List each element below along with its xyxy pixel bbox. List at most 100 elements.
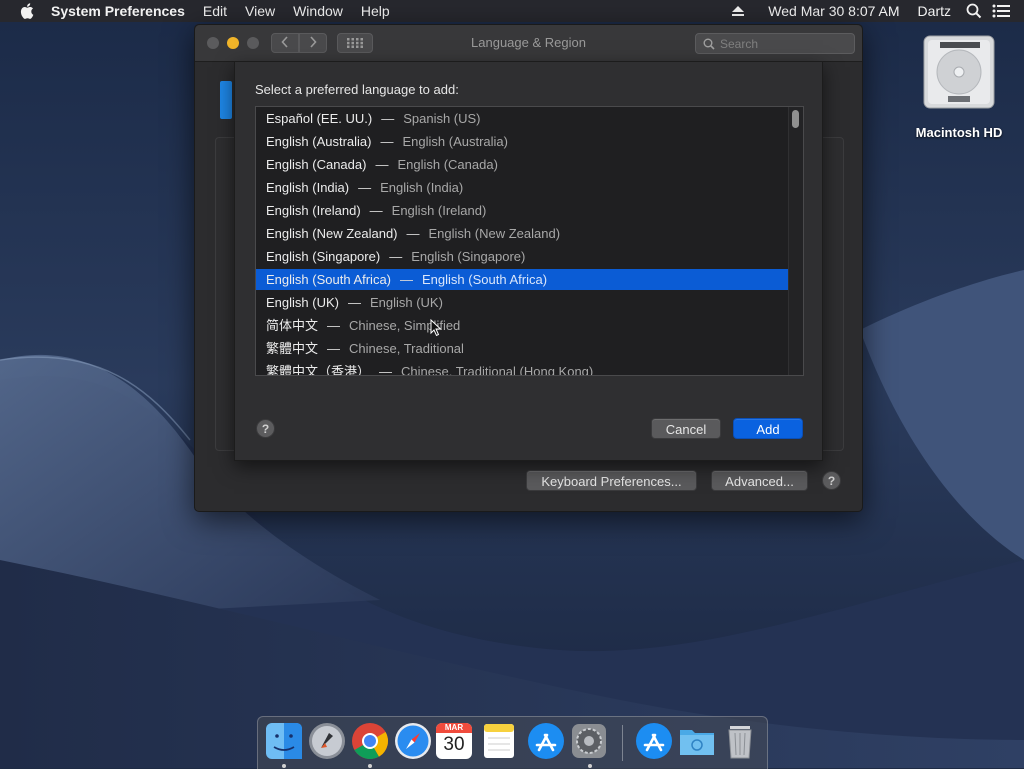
window-help-button[interactable]: ? xyxy=(822,471,841,490)
language-english-name: English (Canada) xyxy=(397,157,498,172)
language-english-name: Chinese, Simplified xyxy=(349,318,461,333)
language-row[interactable]: English (India) — English (India) xyxy=(256,177,788,198)
notes-icon[interactable] xyxy=(479,721,519,761)
language-flag-icon xyxy=(220,81,232,119)
show-all-button[interactable] xyxy=(337,33,373,53)
cancel-button[interactable]: Cancel xyxy=(651,418,721,439)
language-row[interactable]: 简体中文 — Chinese, Simplified xyxy=(256,315,788,336)
eject-icon[interactable] xyxy=(731,5,745,17)
calendar-day: 30 xyxy=(443,734,465,755)
language-english-name: English (New Zealand) xyxy=(428,226,561,241)
sheet-help-button[interactable]: ? xyxy=(256,419,275,438)
language-english-name: English (South Africa) xyxy=(422,272,548,287)
apple-menu-icon[interactable] xyxy=(20,3,34,19)
language-native-name: Español (EE. UU.) xyxy=(266,111,373,126)
language-native-name: English (Australia) xyxy=(266,134,372,149)
finder-running-dot xyxy=(282,764,286,768)
language-separator: — xyxy=(406,226,420,241)
language-native-name: English (New Zealand) xyxy=(266,226,398,241)
language-native-name: English (South Africa) xyxy=(266,272,392,287)
language-english-name: Chinese, Traditional (Hong Kong) xyxy=(401,364,594,376)
list-scrollbar[interactable] xyxy=(788,107,803,375)
language-separator: — xyxy=(347,295,361,310)
language-native-name: English (UK) xyxy=(266,295,339,310)
language-english-name: English (Ireland) xyxy=(391,203,487,218)
keyboard-preferences-button[interactable]: Keyboard Preferences... xyxy=(526,470,697,491)
language-row[interactable]: English (Singapore) — English (Singapore) xyxy=(256,246,788,267)
back-button[interactable] xyxy=(271,33,299,53)
language-row[interactable]: English (UK) — English (UK) xyxy=(256,292,788,313)
language-row[interactable]: English (South Africa) — English (South Af… xyxy=(256,269,788,290)
calendar-month: MAR xyxy=(436,723,472,733)
language-list[interactable]: Español (EE. UU.) — Spanish (US) English (A… xyxy=(255,106,804,376)
language-row[interactable]: Español (EE. UU.) — Spanish (US) xyxy=(256,108,788,129)
safari-icon[interactable] xyxy=(393,721,433,761)
language-separator: — xyxy=(389,249,403,264)
chrome-running-dot xyxy=(368,764,372,768)
language-separator: — xyxy=(380,134,394,149)
add-language-sheet: Select a preferred language to add: Espa… xyxy=(234,61,823,461)
search-icon xyxy=(703,38,715,50)
menu-help[interactable]: Help xyxy=(352,0,399,22)
menu-bar: System Preferences Edit View Window Help… xyxy=(0,0,1024,22)
menu-app-name[interactable]: System Preferences xyxy=(42,0,194,22)
downloads-folder-icon[interactable] xyxy=(677,721,717,761)
language-row[interactable]: 繁體中文（香港） — Chinese, Traditional (Hong Kong… xyxy=(256,361,788,376)
chevron-right-icon xyxy=(310,36,317,48)
language-separator: — xyxy=(400,272,414,287)
minimize-button[interactable] xyxy=(227,37,239,49)
forward-button[interactable] xyxy=(299,33,327,53)
language-row[interactable]: English (Canada) — English (Canada) xyxy=(256,154,788,175)
language-native-name: 繁體中文（香港） xyxy=(266,364,371,376)
window-titlebar[interactable]: Language & Region xyxy=(195,25,862,62)
menu-user[interactable]: Dartz xyxy=(909,0,960,22)
language-separator: — xyxy=(375,157,389,172)
hard-drive-icon[interactable] xyxy=(918,32,1000,112)
language-separator: — xyxy=(327,318,341,333)
system-preferences-icon[interactable] xyxy=(569,721,609,761)
launchpad-icon[interactable] xyxy=(307,721,347,761)
advanced-button[interactable]: Advanced... xyxy=(711,470,808,491)
app-store-download-icon[interactable] xyxy=(634,721,674,761)
language-separator: — xyxy=(381,111,395,126)
language-english-name: Spanish (US) xyxy=(403,111,481,126)
language-english-name: English (Australia) xyxy=(402,134,509,149)
grid-icon xyxy=(347,38,363,48)
menu-window[interactable]: Window xyxy=(284,0,352,22)
language-separator: — xyxy=(358,180,372,195)
language-row[interactable]: English (Australia) — English (Australia) xyxy=(256,131,788,152)
add-button[interactable]: Add xyxy=(733,418,803,439)
language-native-name: English (Canada) xyxy=(266,157,367,172)
language-separator: — xyxy=(327,341,341,356)
language-row[interactable]: English (Ireland) — English (Ireland) xyxy=(256,200,788,221)
menu-clock[interactable]: Wed Mar 30 8:07 AM xyxy=(759,0,908,22)
app-store-icon[interactable] xyxy=(526,721,566,761)
notification-center-icon[interactable] xyxy=(992,4,1010,18)
system-preferences-running-dot xyxy=(588,764,592,768)
language-english-name: English (UK) xyxy=(369,295,443,310)
chrome-icon[interactable] xyxy=(350,721,390,761)
language-english-name: Chinese, Traditional xyxy=(349,341,464,356)
list-scroll-thumb[interactable] xyxy=(792,110,799,128)
calendar-icon[interactable]: MAR 30 xyxy=(436,723,472,759)
close-button[interactable] xyxy=(207,37,219,49)
trash-icon[interactable] xyxy=(720,721,760,761)
language-english-name: English (Singapore) xyxy=(411,249,526,264)
hard-drive-label[interactable]: Macintosh HD xyxy=(906,125,1012,140)
language-native-name: English (Singapore) xyxy=(266,249,381,264)
language-row[interactable]: English (New Zealand) — English (New Zeala… xyxy=(256,223,788,244)
language-english-name: English (India) xyxy=(380,180,464,195)
zoom-button[interactable] xyxy=(247,37,259,49)
spotlight-search-icon[interactable] xyxy=(966,3,982,19)
search-input[interactable] xyxy=(720,36,850,51)
language-separator: — xyxy=(369,203,383,218)
dock: MAR 30 xyxy=(257,716,768,769)
search-field[interactable] xyxy=(695,33,855,54)
language-row[interactable]: 繁體中文 — Chinese, Traditional xyxy=(256,338,788,359)
language-native-name: English (Ireland) xyxy=(266,203,361,218)
menu-view[interactable]: View xyxy=(236,0,284,22)
language-native-name: 繁體中文 xyxy=(266,341,319,356)
chevron-left-icon xyxy=(281,36,288,48)
finder-icon[interactable] xyxy=(264,721,304,761)
menu-edit[interactable]: Edit xyxy=(194,0,236,22)
